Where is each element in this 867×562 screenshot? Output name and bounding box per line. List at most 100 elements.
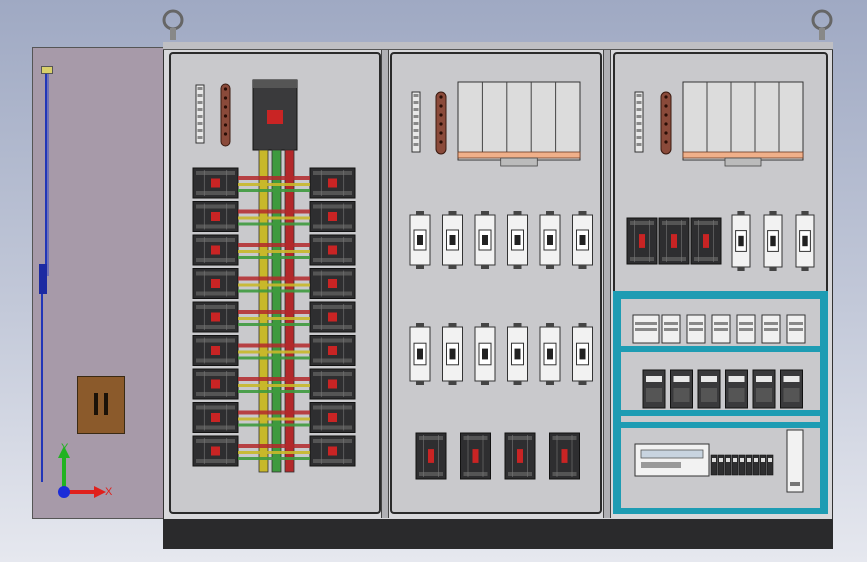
right-module-row1-4 xyxy=(711,314,731,344)
right-module-row2-6 xyxy=(780,369,803,409)
lifting-eye-right-icon xyxy=(810,8,834,42)
left-cross-bar-green xyxy=(238,289,310,293)
left-cross-bar-green xyxy=(238,457,310,460)
left-cross-bar-green xyxy=(238,390,310,393)
left-breaker-row-5-b xyxy=(309,301,356,333)
right-breaker-2 xyxy=(658,217,690,265)
left-cross-bar-green xyxy=(238,189,310,192)
left-cross-bar-red xyxy=(238,243,310,247)
left-breaker-row-6-a xyxy=(192,335,239,366)
left-cross-bar-red xyxy=(238,176,310,180)
middle-mcb-bottom-2 xyxy=(442,323,463,385)
left-cross-bar-yellow xyxy=(238,317,310,320)
right-plc-unit xyxy=(634,443,710,477)
left-breaker-row-1-a xyxy=(192,167,239,199)
right-mcb-3 xyxy=(795,211,815,271)
middle-wire-duct xyxy=(457,81,581,167)
left-cross-bar-green xyxy=(238,423,310,427)
left-cross-bar-green xyxy=(238,323,310,326)
left-cross-bar-red xyxy=(238,444,310,448)
middle-breaker-2 xyxy=(460,432,491,480)
left-cross-bar-yellow xyxy=(238,451,310,454)
left-cross-bar-red xyxy=(238,276,310,281)
cabinet-top-rail xyxy=(163,42,833,50)
right-mcb-2 xyxy=(763,211,783,271)
right-mcb-1 xyxy=(731,211,751,271)
left-cross-bar-yellow xyxy=(238,417,310,421)
door-cable-harness xyxy=(36,66,56,486)
door-pocket-box xyxy=(77,376,125,434)
middle-section-drawing xyxy=(409,81,593,480)
right-breaker-3 xyxy=(690,217,722,265)
left-breaker-row-7-b xyxy=(309,368,356,400)
divider-left xyxy=(381,50,389,518)
door-cable-tie xyxy=(41,66,53,74)
left-cross-bar-yellow xyxy=(238,283,310,287)
middle-mcb-top-1 xyxy=(409,211,431,269)
left-cross-bar-yellow xyxy=(238,216,310,220)
left-breaker-row-8-a xyxy=(192,402,239,433)
left-terminal-strip xyxy=(195,84,205,144)
right-section-drawing xyxy=(613,81,828,514)
left-breaker-row-3-b xyxy=(309,234,356,266)
middle-mcb-bottom-4 xyxy=(507,323,528,385)
right-module-row1-5 xyxy=(736,314,756,344)
main-incomer-breaker xyxy=(252,79,298,151)
right-module-row2-5 xyxy=(752,369,776,409)
left-cross-bar-green xyxy=(238,256,310,259)
left-cross-bar-green xyxy=(238,356,310,360)
left-cross-bar-green xyxy=(238,222,310,226)
left-cross-bar-red xyxy=(238,410,310,415)
lifting-eye-left-icon xyxy=(161,8,185,42)
right-module-row2-2 xyxy=(670,369,693,409)
left-breaker-row-4-a xyxy=(192,268,239,299)
axis-y-label: Y xyxy=(61,442,69,454)
middle-breaker-4 xyxy=(549,432,580,480)
middle-mcb-bottom-5 xyxy=(539,323,561,385)
middle-mcb-bottom-6 xyxy=(572,323,593,385)
left-section-drawing xyxy=(192,79,356,473)
left-breaker-row-3-a xyxy=(192,234,239,266)
right-wire-duct xyxy=(682,81,804,167)
middle-mcb-top-6 xyxy=(572,211,593,269)
left-copper-ground-bar xyxy=(220,83,231,147)
middle-breaker-3 xyxy=(504,432,536,480)
left-breaker-row-2-a xyxy=(192,201,239,232)
right-terminal-row xyxy=(710,454,774,476)
right-power-supply xyxy=(786,429,804,493)
right-module-row2-4 xyxy=(725,369,748,409)
left-breaker-row-9-a xyxy=(192,435,239,467)
right-breaker-1 xyxy=(626,217,658,265)
right-module-row1-1 xyxy=(632,314,660,344)
right-module-row1-6 xyxy=(761,314,781,344)
left-breaker-row-4-b xyxy=(309,268,356,299)
middle-mcb-top-5 xyxy=(539,211,561,269)
middle-terminal-strip xyxy=(411,91,421,153)
axis-x-label: X xyxy=(105,486,113,498)
middle-mcb-bottom-1 xyxy=(409,323,431,385)
right-module-row1-7 xyxy=(786,314,806,344)
left-breaker-row-8-b xyxy=(309,402,356,433)
right-module-row1-2 xyxy=(661,314,681,344)
middle-mcb-top-2 xyxy=(442,211,463,269)
left-breaker-row-2-b xyxy=(309,201,356,232)
left-breaker-row-5-a xyxy=(192,301,239,333)
left-breaker-row-6-b xyxy=(309,335,356,366)
left-cross-bar-yellow xyxy=(238,384,310,387)
left-cross-bar-red xyxy=(238,343,310,348)
middle-mcb-top-3 xyxy=(474,211,496,269)
middle-copper-ground-bar xyxy=(435,91,447,155)
right-module-row1-3 xyxy=(686,314,706,344)
left-cross-bar-yellow xyxy=(238,250,310,253)
left-cross-bar-red xyxy=(238,209,310,214)
left-cross-bar-yellow xyxy=(238,350,310,354)
left-breaker-row-9-b xyxy=(309,435,356,467)
right-copper-ground-bar xyxy=(660,91,672,155)
cabinet-plinth xyxy=(163,519,833,549)
divider-right xyxy=(603,50,611,518)
right-terminal-strip xyxy=(634,91,644,153)
middle-breaker-1 xyxy=(415,432,447,480)
middle-mcb-bottom-3 xyxy=(474,323,496,385)
middle-mcb-top-4 xyxy=(507,211,528,269)
left-cross-bar-red xyxy=(238,310,310,314)
